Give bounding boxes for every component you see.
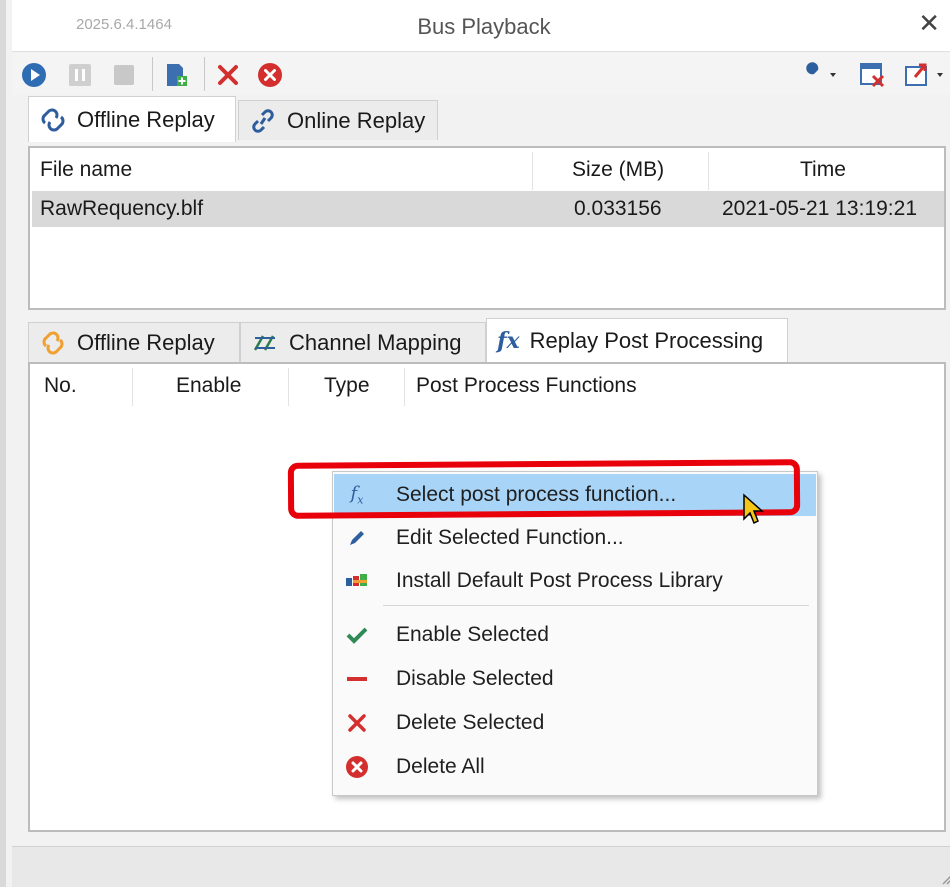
delete-button[interactable] [214,61,242,89]
window-title: Bus Playback [417,14,551,39]
tab-online-replay[interactable]: Online Replay [238,100,438,140]
menu-item-label: Delete Selected [396,711,545,734]
file-time-cell: 2021-05-21 13:19:21 [722,197,917,220]
column-header-size[interactable]: Size (MB) [572,148,664,192]
checkmark-icon [344,622,370,648]
wrench-icon [804,62,836,84]
menu-item-install-default-library[interactable]: Install Default Post Process Library [334,560,816,602]
mouse-cursor-icon [742,493,766,534]
export-icon [905,63,943,86]
status-bar [12,846,950,887]
tab-channel-mapping[interactable]: Channel Mapping [240,322,486,362]
offline-replay-link-icon [41,108,65,131]
tab-channel-mapping-label: Channel Mapping [289,329,462,355]
online-replay-link-icon [252,108,274,133]
tab-replay-post-processing[interactable]: fx Replay Post Processing [486,318,788,362]
tab-replay-post-processing-label: Replay Post Processing [529,327,764,353]
file-list-table: File name Size (MB) Time RawRequency.blf… [28,146,946,310]
tab-online-replay-label: Online Replay [287,107,426,133]
annotation-highlight [287,459,801,519]
column-header-enable[interactable]: Enable [176,364,241,408]
tab-offline-replay[interactable]: Offline Replay [28,96,236,142]
play-icon [22,63,46,87]
column-divider [708,152,709,190]
column-divider [288,368,289,406]
add-file-icon [167,64,187,86]
clear-window-icon [860,63,885,88]
column-header-time[interactable]: Time [800,148,846,192]
tab-offline-replay-settings-label: Offline Replay [77,329,215,355]
column-header-file-name[interactable]: File name [40,148,132,192]
export-dropdown-button[interactable] [902,61,950,89]
menu-item-delete-selected[interactable]: Delete Selected [334,702,816,744]
menu-separator [383,605,809,606]
library-icon [344,568,370,594]
file-size-cell: 0.033156 [574,197,662,220]
column-header-type[interactable]: Type [324,364,370,408]
column-divider [532,152,533,190]
menu-item-delete-all[interactable]: Delete All [334,746,816,788]
column-divider [404,368,405,406]
close-button[interactable]: ✕ [918,10,940,36]
column-divider [132,368,133,406]
minus-icon [344,666,370,692]
offline-replay-icon [42,331,64,354]
fx-icon: fx [497,327,520,354]
menu-item-label: Enable Selected [396,623,549,646]
tab-offline-replay-label: Offline Replay [77,106,215,132]
toolbar-separator [152,57,153,91]
pause-button[interactable] [66,61,94,89]
menu-item-label: Edit Selected Function... [396,526,624,549]
menu-item-label: Delete All [396,755,485,778]
delete-all-circle-icon [344,754,370,780]
clear-window-button[interactable] [858,61,886,89]
toolbar [12,53,950,95]
channel-mapping-icon [253,334,275,351]
menu-item-enable-selected[interactable]: Enable Selected [334,614,816,656]
menu-item-label: Install Default Post Process Library [396,569,723,592]
pencil-icon [344,525,370,551]
add-file-button[interactable] [162,61,190,89]
file-name-cell: RawRequency.blf [40,197,204,220]
tab-offline-replay-settings[interactable]: Offline Replay [28,322,240,362]
column-header-post-process-functions[interactable]: Post Process Functions [416,364,637,408]
menu-item-disable-selected[interactable]: Disable Selected [334,658,816,700]
delete-icon [218,65,238,85]
pause-icon [69,64,91,86]
stop-icon [114,65,134,85]
bus-playback-window: 2025.6.4.1464 Bus Playback ✕ Offline Rep… [0,0,950,887]
title-bar: 2025.6.4.1464 Bus Playback ✕ [12,0,950,52]
column-header-no[interactable]: No. [44,364,77,408]
resize-grip-icon[interactable] [938,869,950,885]
delete-all-button[interactable] [256,61,284,89]
menu-item-label: Disable Selected [396,667,554,690]
toolbar-separator [204,57,205,91]
settings-dropdown-button[interactable] [798,61,842,89]
delete-x-icon [344,710,370,736]
delete-all-icon [258,63,282,87]
stop-button[interactable] [110,61,138,89]
table-row[interactable]: RawRequency.blf 0.033156 2021-05-21 13:1… [32,191,944,227]
play-button[interactable] [20,61,48,89]
